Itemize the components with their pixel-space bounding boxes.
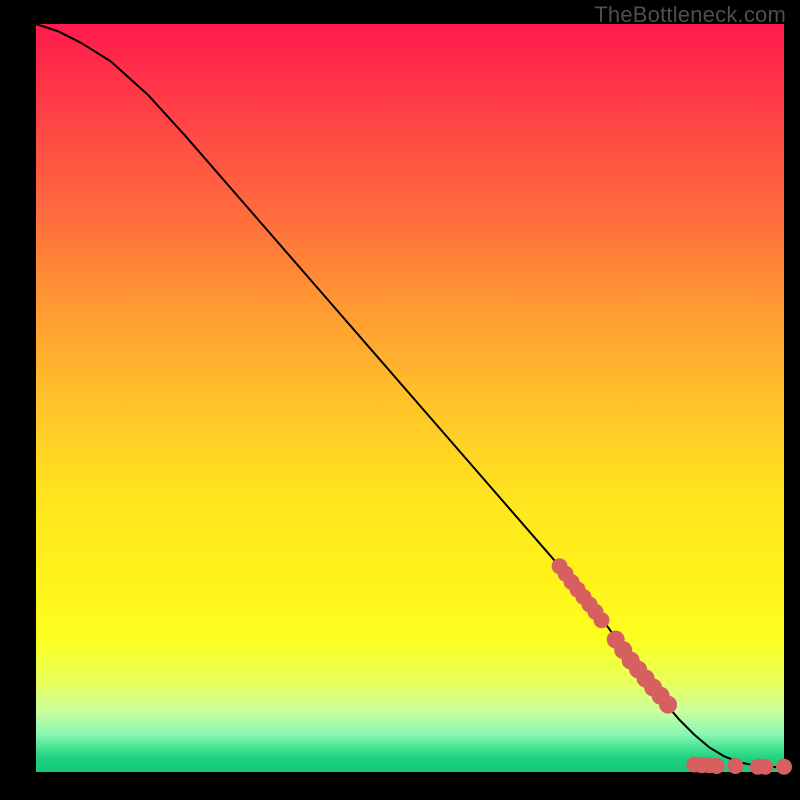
data-point [593, 612, 609, 628]
data-point [727, 758, 743, 774]
data-point [757, 759, 773, 775]
chart-svg [36, 24, 784, 772]
chart-stage: TheBottleneck.com [0, 0, 800, 800]
data-point [709, 758, 725, 774]
data-point [776, 759, 792, 775]
curve-line [36, 24, 784, 768]
data-point [659, 696, 677, 714]
plot-area [36, 24, 784, 772]
data-markers [552, 558, 792, 774]
